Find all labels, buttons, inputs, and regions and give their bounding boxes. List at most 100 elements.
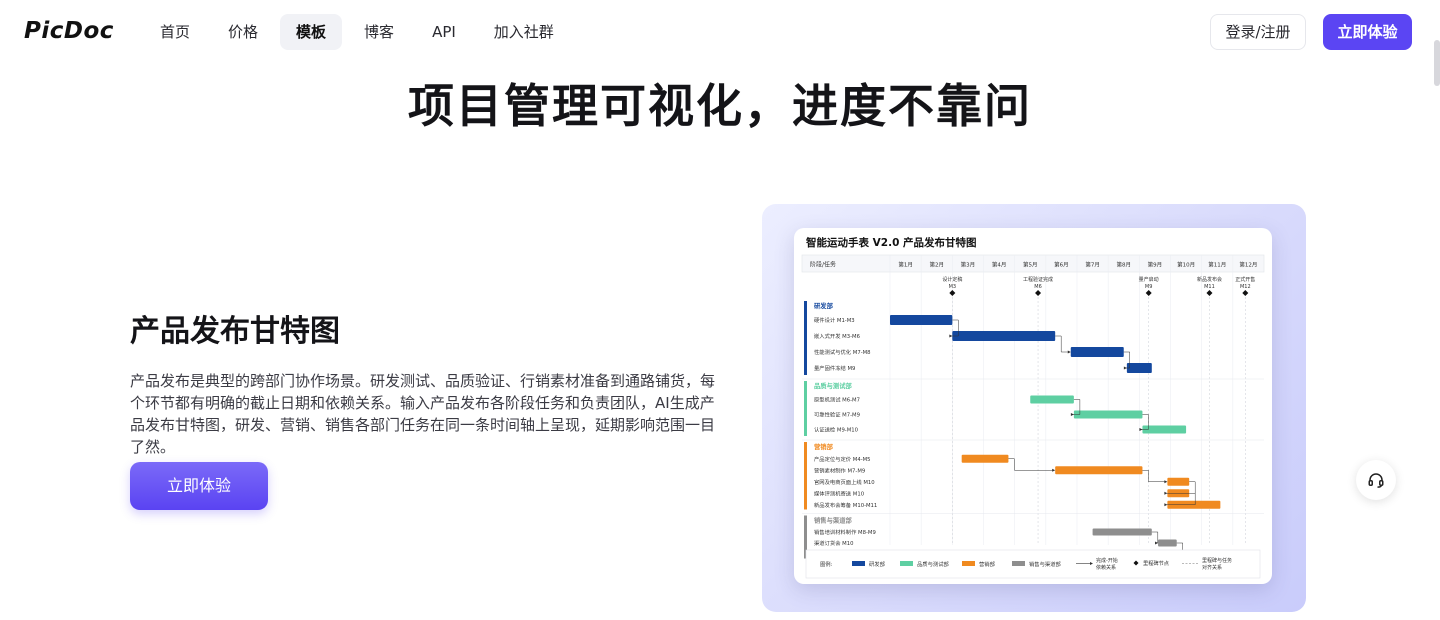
group-label: 品质与测试部	[814, 381, 852, 390]
gantt-bar	[1030, 395, 1074, 404]
milestone-diamond	[1145, 290, 1152, 296]
task-label: 硬件设计 M1-M3	[814, 316, 855, 324]
nav-link-blog[interactable]: 博客	[348, 14, 410, 50]
gantt-bar	[1092, 528, 1152, 536]
login-button[interactable]: 登录/注册	[1210, 14, 1306, 50]
task-label: 营销素材制作 M7-M9	[814, 466, 865, 474]
try-now-button[interactable]: 立即体验	[130, 462, 268, 510]
month-label: 第6月	[1054, 261, 1069, 269]
gantt-bar	[952, 331, 1056, 341]
support-button[interactable]	[1356, 460, 1396, 500]
group-label: 销售与渠道部	[814, 516, 852, 525]
milestone-label: 正式开售	[1235, 276, 1255, 283]
dependency-arrow	[1142, 470, 1167, 482]
legend-title: 图例:	[820, 560, 833, 568]
month-label: 第8月	[1117, 261, 1132, 269]
milestone-diamond	[1242, 290, 1249, 296]
dependency-arrowhead	[1123, 366, 1127, 370]
section-title: 产品发布甘特图	[130, 314, 340, 349]
dependency-arrowhead	[1164, 503, 1168, 507]
dependency-arrow	[1055, 335, 1070, 353]
dependency-arrowhead	[1164, 491, 1168, 495]
gantt-bar	[1126, 363, 1152, 373]
group-label: 营销部	[814, 442, 834, 451]
legend-swatch	[852, 561, 865, 566]
month-label: 第11月	[1208, 261, 1226, 269]
legend-swatch	[1012, 561, 1025, 566]
task-label: 新品发布会筹备 M10-M11	[814, 501, 877, 509]
nav-link-templates[interactable]: 模板	[280, 14, 343, 50]
gantt-header-label: 阶段/任务	[810, 261, 836, 269]
dependency-arrow	[1008, 458, 1055, 471]
milestone-month: M3	[949, 284, 957, 290]
task-label: 认证送检 M9-M10	[814, 426, 859, 434]
task-label: 可靠性验证 M7-M9	[814, 411, 860, 419]
month-label: 第1月	[898, 261, 913, 269]
task-label: 销售培训材料制作 M8-M9	[814, 528, 876, 536]
month-label: 第3月	[961, 261, 976, 269]
group-color-bar	[804, 381, 807, 436]
milestone-month: M6	[1034, 284, 1042, 290]
milestone-label: 设计定稿	[942, 276, 962, 283]
gantt-title: 智能运动手表 V2.0 产品发布甘特图	[805, 236, 977, 249]
dependency-arrowhead	[1052, 468, 1056, 472]
legend-alignment-label-2: 对齐关系	[1202, 564, 1222, 571]
legend-item: 营销部	[979, 560, 996, 568]
legend-milestone-label: 里程碑节点	[1143, 559, 1169, 567]
gantt-bar	[1142, 425, 1187, 434]
milestone-label: 工程验证完成	[1023, 276, 1053, 283]
task-label: 官网及电商页面上线 M10	[814, 478, 875, 486]
month-label: 第12月	[1239, 261, 1257, 269]
task-label: 性能测试与优化 M7-M8	[814, 348, 871, 356]
headset-icon	[1368, 473, 1384, 488]
nav-link-api[interactable]: API	[416, 14, 472, 50]
nav-link-home[interactable]: 首页	[144, 14, 206, 50]
month-label: 第9月	[1148, 261, 1163, 269]
dependency-arrowhead	[1067, 350, 1071, 354]
month-label: 第2月	[930, 261, 945, 269]
task-label: 原型机测试 M6-M7	[814, 396, 860, 404]
hero-title: 项目管理可视化，进度不靠问	[408, 79, 1032, 133]
task-label: 量产固件冻结 M9	[814, 364, 855, 372]
nav-link-pricing[interactable]: 价格	[212, 14, 274, 50]
legend-alignment-label: 里程碑与任务	[1202, 557, 1232, 564]
milestone-label: 量产启动	[1139, 276, 1159, 283]
milestone-month: M12	[1240, 284, 1251, 290]
task-label: 嵌入式开发 M3-M6	[814, 332, 861, 340]
legend-item: 研发部	[869, 560, 886, 568]
section-description: 产品发布是典型的跨部门协作场景。研发测试、品质验证、行销素材准备到通路铺货，每个…	[130, 372, 716, 456]
dependency-arrowhead	[949, 334, 953, 338]
gantt-bar	[1055, 466, 1143, 475]
group-color-bar	[804, 442, 807, 510]
milestone-label: 新品发布会	[1197, 276, 1222, 283]
milestone-month: M9	[1145, 284, 1153, 290]
milestone-diamond	[1035, 290, 1042, 296]
nav-link-community[interactable]: 加入社群	[478, 14, 570, 50]
month-label: 第10月	[1177, 261, 1195, 269]
gantt-bar	[890, 315, 953, 325]
month-label: 第4月	[992, 261, 1007, 269]
month-label: 第5月	[1023, 261, 1038, 269]
legend-item: 品质与测试部	[917, 560, 949, 568]
gantt-bar	[1070, 347, 1124, 357]
dependency-arrow	[1151, 531, 1159, 544]
task-label: 产品定位与定价 M4-M5	[814, 455, 871, 463]
group-color-bar	[804, 301, 807, 375]
dependency-arrowhead	[1070, 413, 1074, 416]
legend-item: 销售与渠道部	[1029, 560, 1061, 568]
legend-dependency-label-2: 依赖关系	[1096, 564, 1116, 571]
try-now-top-button[interactable]: 立即体验	[1323, 14, 1412, 50]
legend-dependency-label: 完成-开始	[1096, 557, 1118, 564]
gantt-preview-card[interactable]: 智能运动手表 V2.0 产品发布甘特图阶段/任务 第1月 第2月 第3月 第4月 第5月 第…	[794, 228, 1272, 584]
dependency-arrowhead	[1139, 428, 1143, 431]
group-label: 研发部	[814, 301, 834, 310]
gantt-chart: 智能运动手表 V2.0 产品发布甘特图阶段/任务 第1月 第2月 第3月 第4月 第5月 第…	[801, 236, 1265, 579]
logo[interactable]: PicDoc	[24, 18, 114, 44]
nav-links: 首页 价格 模板 博客 API 加入社群	[144, 14, 570, 50]
legend-swatch	[962, 561, 975, 566]
month-label: 第7月	[1085, 261, 1100, 269]
gantt-bar	[1167, 477, 1190, 486]
gantt-bar	[1158, 539, 1177, 547]
gantt-bar	[1073, 410, 1143, 419]
task-label: 渠道订货会 M10	[814, 539, 854, 547]
